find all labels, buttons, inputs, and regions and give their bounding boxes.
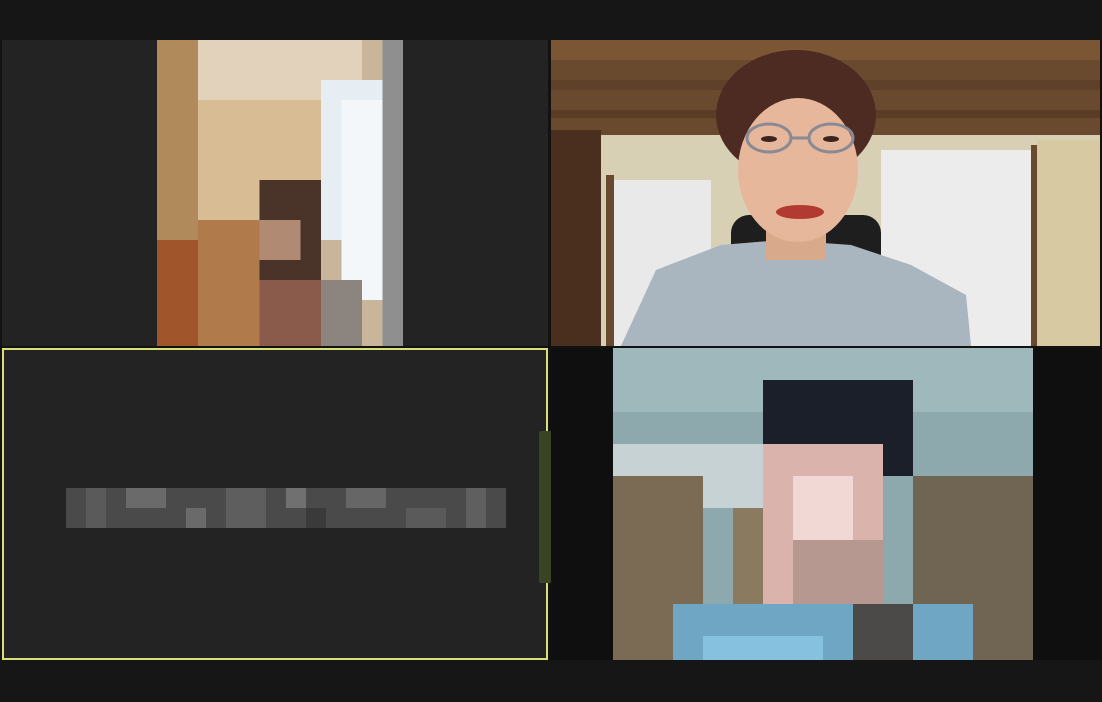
participant-tile-2[interactable] xyxy=(551,40,1100,346)
pixelated-participant-video xyxy=(157,40,403,346)
bottom-bar xyxy=(0,660,1102,702)
video-conference-window xyxy=(0,0,1102,702)
top-bar xyxy=(0,0,1102,40)
participant-tile-1[interactable] xyxy=(2,40,548,346)
participant-tile-3[interactable] xyxy=(2,348,548,660)
blurred-name-label xyxy=(66,488,506,528)
speaker-video xyxy=(551,40,1100,346)
participant-tile-4[interactable] xyxy=(551,348,1100,660)
pixelated-participant-video xyxy=(613,348,1033,660)
